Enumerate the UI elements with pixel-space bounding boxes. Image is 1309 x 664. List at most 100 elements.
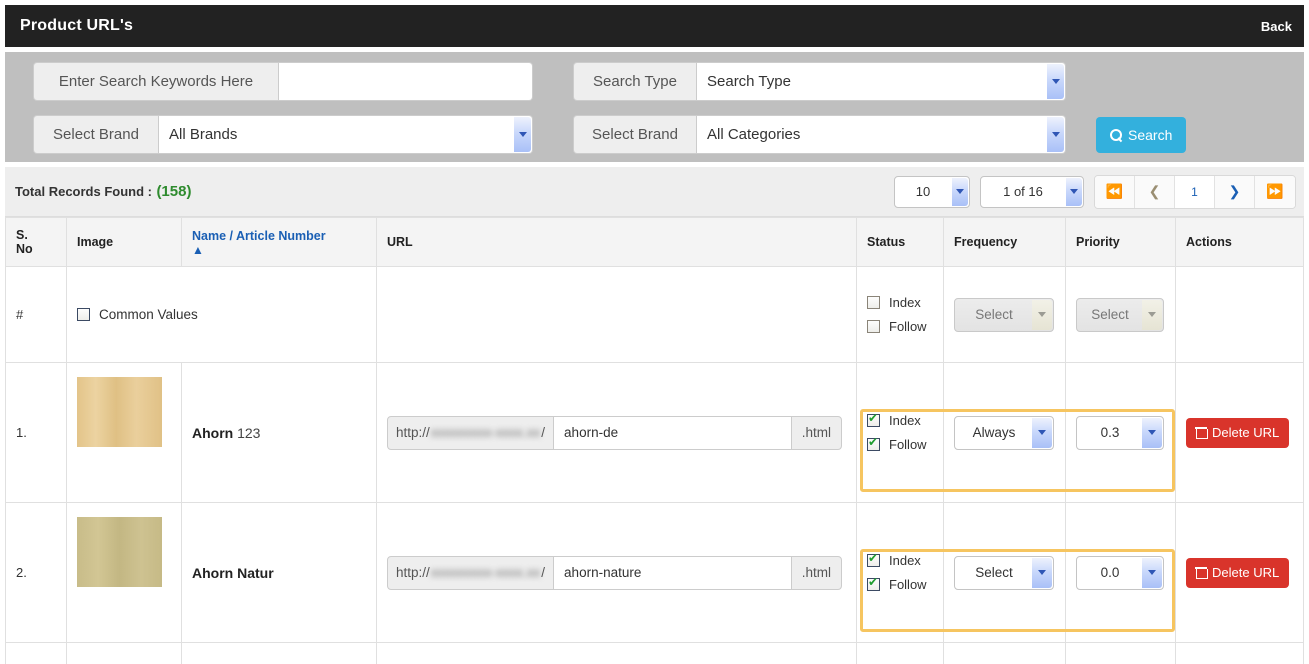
delete-url-button[interactable]: Delete URL: [1186, 557, 1290, 588]
page-jump-value: 1 of 16: [1003, 184, 1043, 199]
category-label: Select Brand: [573, 115, 697, 154]
row-index-line: Index: [867, 549, 921, 573]
index-label: Index: [889, 553, 921, 568]
last-page-button[interactable]: ⏩: [1255, 175, 1295, 208]
chevron-down-icon: [1047, 64, 1064, 99]
url-slug-input[interactable]: [554, 415, 791, 450]
current-page-button[interactable]: 1: [1175, 175, 1215, 208]
priority-value: 0.3: [1100, 425, 1120, 440]
common-follow-checkbox[interactable]: [867, 320, 880, 333]
row-status-cell: Index Follow: [857, 503, 944, 643]
back-link[interactable]: Back: [1261, 19, 1304, 34]
chevron-down-icon: [1142, 299, 1162, 330]
frequency-select[interactable]: Always: [954, 415, 1054, 450]
total-records: Total Records Found : (158): [15, 183, 191, 201]
row-sno: 1.: [6, 363, 67, 503]
search-type-label: Search Type: [573, 62, 697, 101]
table-header-row: S. No Image Name / Article Number ▲ URL …: [5, 217, 1304, 267]
common-index-checkbox[interactable]: [867, 296, 880, 309]
search-button-label: Search: [1128, 127, 1173, 143]
row-status-cell: [857, 643, 944, 664]
brand-select[interactable]: All Brands: [159, 115, 533, 154]
priority-select[interactable]: 0.3: [1076, 415, 1164, 450]
search-type-group: Search Type Search Type: [573, 62, 1066, 101]
category-value: All Categories: [707, 126, 801, 143]
index-checkbox[interactable]: [867, 551, 880, 567]
delete-url-label: Delete URL: [1212, 425, 1280, 440]
row-priority-cell: 0.3: [1066, 363, 1176, 503]
row-image-cell: [67, 363, 182, 503]
prev-page-button[interactable]: ❮: [1135, 175, 1175, 208]
column-header-frequency: Frequency: [944, 217, 1066, 267]
search-keywords-input[interactable]: [279, 62, 533, 101]
brand-value: All Brands: [169, 126, 238, 143]
category-select[interactable]: All Categories: [697, 115, 1066, 154]
row-priority-cell: 0.0: [1066, 503, 1176, 643]
row-sno: [6, 643, 67, 664]
row-follow-line: Follow: [867, 433, 927, 457]
page-jump-select[interactable]: 1 of 16: [980, 175, 1084, 208]
page-size-value: 10: [915, 184, 931, 199]
common-values-row: # Common Values Index Follow Select Sele…: [6, 267, 1304, 363]
page-size-select[interactable]: 10: [894, 175, 970, 208]
row-follow-line: Follow: [867, 573, 927, 597]
common-priority-select[interactable]: Select: [1076, 297, 1164, 332]
column-header-sno: S. No: [6, 217, 67, 267]
column-header-name-label: Name / Article Number: [192, 229, 326, 243]
product-name: Ahorn Natur: [192, 564, 274, 581]
records-bar: Total Records Found : (158) 10 1 of 16 ⏪…: [5, 167, 1304, 217]
chevron-down-icon: [514, 117, 531, 152]
url-prefix: http://xxxxxxxxx-xxxx.xx /: [387, 555, 555, 590]
common-values-label: Common Values: [99, 307, 198, 322]
delete-url-button[interactable]: Delete URL: [1186, 417, 1290, 448]
table-row: 2. Ahorn Natur http://xxxxxxxxx-xxxx.xx /: [6, 503, 1304, 643]
index-checkbox[interactable]: [867, 411, 880, 427]
common-values-checkbox[interactable]: [77, 308, 90, 321]
chevron-down-icon: [1066, 177, 1082, 206]
search-type-select[interactable]: Search Type: [697, 62, 1066, 101]
row-actions-cell: Delete URL: [1176, 503, 1304, 643]
search-button[interactable]: Search: [1096, 117, 1187, 153]
row-actions-cell: Delete URL: [1176, 363, 1304, 503]
column-header-status: Status: [857, 217, 944, 267]
delete-url-label: Delete URL: [1212, 565, 1280, 580]
brand-group: Select Brand All Brands: [33, 115, 533, 154]
table-body: # Common Values Index Follow Select Sele…: [5, 267, 1304, 664]
table-row: 1. Ahorn 123 http://xxxxxxxxx-xxxx.xx/: [6, 363, 1304, 503]
chevron-down-icon: [1047, 117, 1064, 152]
url-slash: /: [541, 565, 546, 580]
common-follow-label: Follow: [889, 319, 927, 334]
common-frequency-value: Select: [975, 307, 1013, 322]
frequency-select[interactable]: Select: [954, 555, 1054, 590]
chevron-down-icon: [1142, 417, 1162, 448]
total-records-label: Total Records Found :: [15, 183, 152, 199]
chevron-down-icon: [1142, 557, 1162, 588]
follow-checkbox[interactable]: [867, 575, 880, 591]
url-scheme: http://: [396, 565, 430, 580]
common-row-url-cell: [377, 267, 857, 363]
common-frequency-select[interactable]: Select: [954, 297, 1054, 332]
next-page-button[interactable]: ❯: [1215, 175, 1255, 208]
filter-panel: Enter Search Keywords Here Search Type S…: [5, 52, 1304, 162]
common-follow-line: Follow: [867, 315, 927, 339]
url-input-group: http://xxxxxxxxx-xxxx.xx/ .html: [387, 555, 842, 590]
product-article-number: 123: [237, 424, 261, 441]
first-page-button[interactable]: ⏪: [1095, 175, 1135, 208]
priority-select[interactable]: 0.0: [1076, 555, 1164, 590]
common-row-actions-cell: [1176, 267, 1304, 363]
common-index-label: Index: [889, 295, 921, 310]
row-sno: 2.: [6, 503, 67, 643]
column-header-url: URL: [377, 217, 857, 267]
row-status-cell: Index Follow: [857, 363, 944, 503]
product-image: [77, 377, 162, 447]
follow-label: Follow: [889, 437, 927, 452]
brand-label: Select Brand: [33, 115, 159, 154]
column-header-priority: Priority: [1066, 217, 1176, 267]
row-url-cell: [377, 643, 857, 664]
follow-checkbox[interactable]: [867, 435, 880, 451]
column-header-name[interactable]: Name / Article Number ▲: [182, 217, 377, 267]
category-group: Select Brand All Categories: [573, 115, 1066, 154]
url-slug-input[interactable]: [554, 555, 791, 590]
common-row-frequency-cell: Select: [944, 267, 1066, 363]
total-records-count: (158): [156, 182, 192, 200]
